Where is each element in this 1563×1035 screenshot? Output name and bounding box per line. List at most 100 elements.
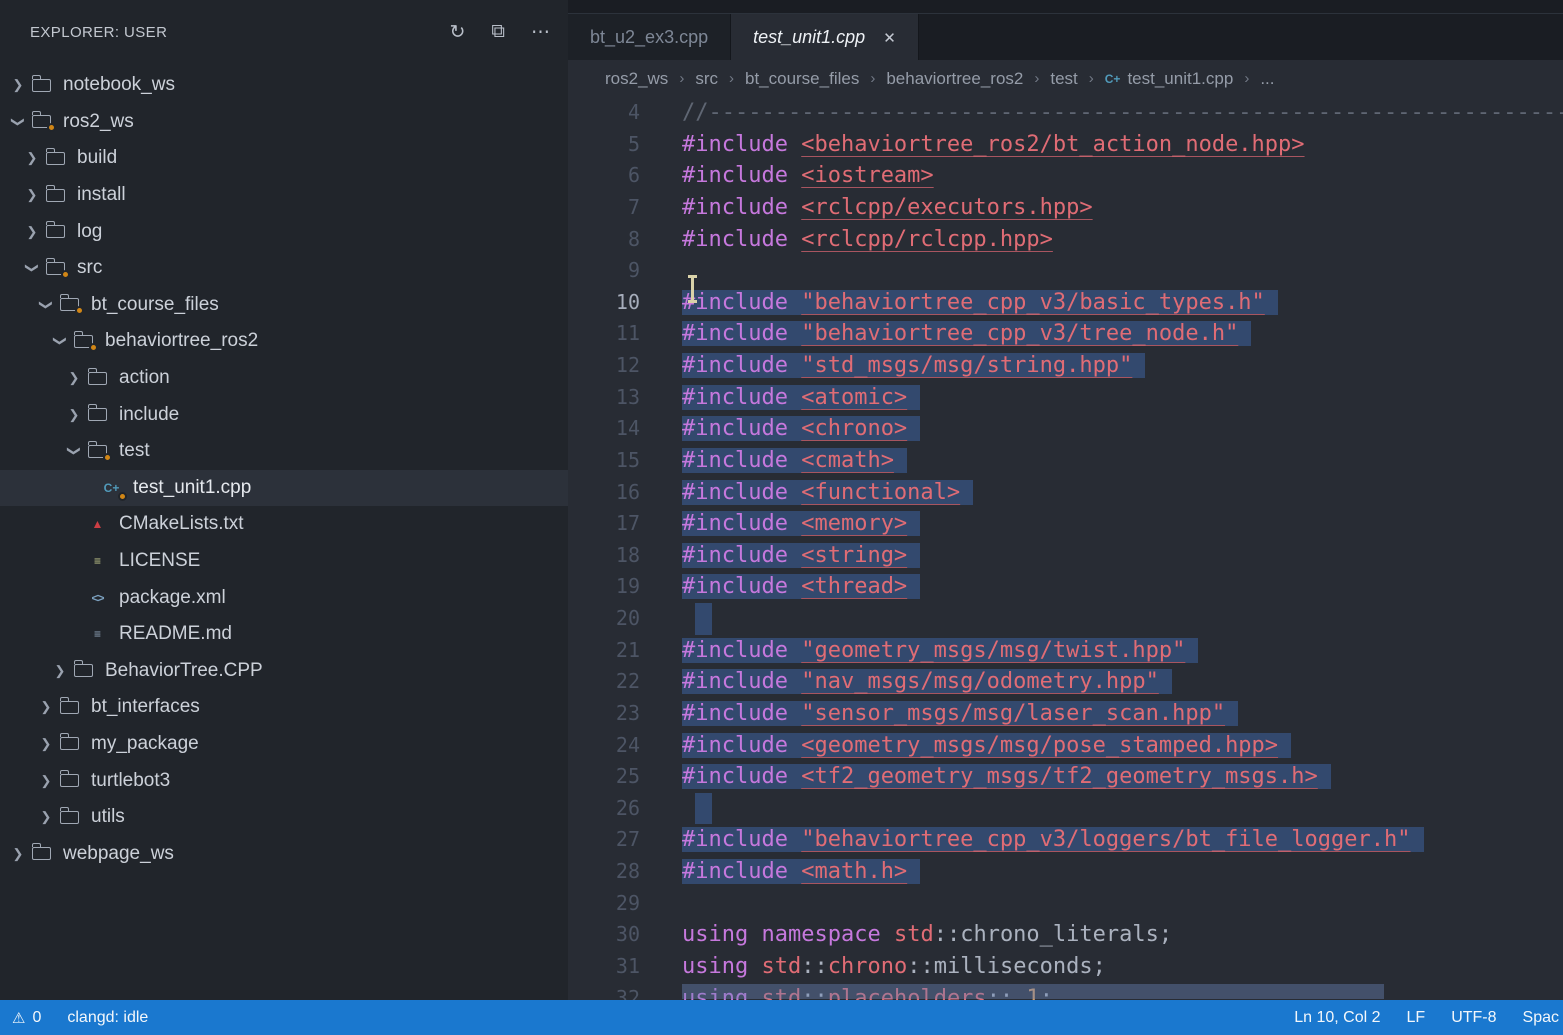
more-actions-icon[interactable]: ⋯ — [531, 21, 550, 44]
tab-test_unit1.cpp[interactable]: test_unit1.cpp✕ — [731, 14, 919, 61]
tree-item-label: bt_interfaces — [91, 696, 200, 718]
chevron-right-icon[interactable]: ❯ — [22, 224, 42, 240]
breadcrumb-item-ros2_ws[interactable]: ros2_ws — [605, 69, 668, 89]
chevron-right-icon[interactable]: ❯ — [8, 77, 28, 93]
code-line[interactable]: 24#include <geometry_msgs/msg/pose_stamp… — [568, 730, 1563, 762]
tree-item-LICENSE[interactable]: ≡LICENSE — [0, 543, 568, 580]
chevron-right-icon[interactable]: ❯ — [22, 187, 42, 203]
editor[interactable]: 4//-------------------------------------… — [568, 97, 1563, 1000]
code-line[interactable]: 14#include <chrono> — [568, 413, 1563, 445]
code-line[interactable]: 27#include "behaviortree_cpp_v3/loggers/… — [568, 824, 1563, 856]
chevron-down-icon[interactable]: ❯ — [10, 112, 26, 132]
breadcrumb-item-test_unit1.cpp[interactable]: C+test_unit1.cpp — [1105, 69, 1234, 89]
horizontal-scrollbar[interactable] — [682, 984, 1384, 999]
line-number: 22 — [568, 666, 640, 698]
tree-item-src[interactable]: ❯ src — [0, 250, 568, 287]
line-number: 20 — [568, 603, 640, 635]
tree-item-build[interactable]: ❯build — [0, 140, 568, 177]
tree-item-package.xml[interactable]: <>package.xml — [0, 579, 568, 616]
tree-item-bt_interfaces[interactable]: ❯ bt_interfaces — [0, 689, 568, 726]
tree-item-action[interactable]: ❯action — [0, 360, 568, 397]
code-line[interactable]: 10#include "behaviortree_cpp_v3/basic_ty… — [568, 287, 1563, 319]
language-server-status[interactable]: clangd: idle — [67, 1009, 148, 1027]
tree-item-behaviortree_ros2[interactable]: ❯behaviortree_ros2 — [0, 323, 568, 360]
code-line[interactable]: 28#include <math.h> — [568, 856, 1563, 888]
chevron-right-icon[interactable]: ❯ — [64, 407, 84, 423]
refresh-icon[interactable]: ↻ — [450, 21, 466, 44]
code-line[interactable]: 22#include "nav_msgs/msg/odometry.hpp" — [568, 666, 1563, 698]
tree-item-utils[interactable]: ❯utils — [0, 799, 568, 836]
code-line[interactable]: 17#include <memory> — [568, 508, 1563, 540]
code-line[interactable]: 26 — [568, 793, 1563, 825]
code-token: #include — [682, 195, 801, 220]
code-line[interactable]: 11#include "behaviortree_cpp_v3/tree_nod… — [568, 318, 1563, 350]
chevron-right-icon[interactable]: ❯ — [36, 736, 56, 752]
code-line[interactable]: 18#include <string> — [568, 540, 1563, 572]
code-line[interactable]: 6#include <iostream> — [568, 160, 1563, 192]
tree-item-turtlebot3[interactable]: ❯turtlebot3 — [0, 762, 568, 799]
code-line[interactable]: 25#include <tf2_geometry_msgs/tf2_geomet… — [568, 761, 1563, 793]
tree-item-label: log — [77, 221, 102, 243]
collapse-folders-icon[interactable]: ⧉ — [491, 21, 505, 43]
tree-item-bt_course_files[interactable]: ❯bt_course_files — [0, 287, 568, 324]
chevron-right-icon[interactable]: ❯ — [36, 773, 56, 789]
tree-item-test[interactable]: ❯test — [0, 433, 568, 470]
breadcrumb-item-test[interactable]: test — [1050, 69, 1077, 89]
status-item-lf[interactable]: LF — [1407, 1009, 1426, 1027]
code-line[interactable]: 9 — [568, 255, 1563, 287]
code-line[interactable]: 12#include "std_msgs/msg/string.hpp" — [568, 350, 1563, 382]
code-line[interactable]: 5#include <behaviortree_ros2/bt_action_n… — [568, 129, 1563, 161]
code-line[interactable]: 7#include <rclcpp/executors.hpp> — [568, 192, 1563, 224]
code-line[interactable]: 29 — [568, 888, 1563, 920]
warning-count[interactable]: 0 — [32, 1009, 41, 1027]
chevron-down-icon[interactable]: ❯ — [66, 441, 82, 461]
chevron-right-icon[interactable]: ❯ — [22, 150, 42, 166]
chevron-right-icon[interactable]: ❯ — [50, 663, 70, 679]
code-text: #include <tf2_geometry_msgs/tf2_geometry… — [682, 764, 1331, 789]
code-line[interactable]: 23#include "sensor_msgs/msg/laser_scan.h… — [568, 698, 1563, 730]
tree-item-log[interactable]: ❯ log — [0, 213, 568, 250]
code-line[interactable]: 8#include <rclcpp/rclcpp.hpp> — [568, 224, 1563, 256]
status-item-spac[interactable]: Spac — [1523, 1009, 1559, 1027]
chevron-down-icon[interactable]: ❯ — [52, 331, 68, 351]
tree-item-label: src — [77, 257, 102, 279]
status-item-utf-8[interactable]: UTF-8 — [1451, 1009, 1496, 1027]
code-line[interactable]: 16#include <functional> — [568, 477, 1563, 509]
code-line[interactable]: 4//-------------------------------------… — [568, 97, 1563, 129]
code-line[interactable]: 20 — [568, 603, 1563, 635]
tree-item-README.md[interactable]: ≡README.md — [0, 616, 568, 653]
code-line[interactable]: 31using std::chrono::milliseconds; — [568, 951, 1563, 983]
status-left[interactable]: ⚠ 0 clangd: idle — [0, 1009, 148, 1027]
tree-item-ros2_ws[interactable]: ❯ros2_ws — [0, 104, 568, 141]
chevron-down-icon[interactable]: ❯ — [38, 295, 54, 315]
code-token: #include — [682, 733, 801, 758]
chevron-right-icon[interactable]: ❯ — [64, 370, 84, 386]
breadcrumb-item-...[interactable]: ... — [1260, 69, 1274, 89]
tree-item-my_package[interactable]: ❯my_package — [0, 726, 568, 763]
breadcrumb-item-src[interactable]: src — [695, 69, 718, 89]
code-line[interactable]: 13#include <atomic> — [568, 382, 1563, 414]
tree-item-include[interactable]: ❯include — [0, 396, 568, 433]
chevron-right-icon[interactable]: ❯ — [36, 699, 56, 715]
status-item-ln-10-col-2[interactable]: Ln 10, Col 2 — [1294, 1009, 1380, 1027]
chevron-right-icon[interactable]: ❯ — [8, 846, 28, 862]
chevron-down-icon[interactable]: ❯ — [24, 258, 40, 278]
tree-item-test_unit1.cpp[interactable]: C+test_unit1.cpp — [0, 470, 568, 507]
tree-item-notebook_ws[interactable]: ❯notebook_ws — [0, 67, 568, 104]
code-line[interactable]: 21#include "geometry_msgs/msg/twist.hpp" — [568, 635, 1563, 667]
chevron-right-icon[interactable]: ❯ — [36, 809, 56, 825]
code-line[interactable]: 30using namespace std::chrono_literals; — [568, 919, 1563, 951]
line-number: 17 — [568, 508, 640, 540]
tree-item-CMakeLists.txt[interactable]: ▲CMakeLists.txt — [0, 506, 568, 543]
breadcrumb-item-bt_course_files[interactable]: bt_course_files — [745, 69, 859, 89]
breadcrumb-item-behaviortree_ros2[interactable]: behaviortree_ros2 — [886, 69, 1023, 89]
close-icon[interactable]: ✕ — [883, 29, 896, 47]
tree-item-BehaviorTree.CPP[interactable]: ❯BehaviorTree.CPP — [0, 653, 568, 690]
code-text: #include <rclcpp/executors.hpp> — [682, 195, 1093, 220]
tree-item-webpage_ws[interactable]: ❯webpage_ws — [0, 835, 568, 872]
tree-item-install[interactable]: ❯install — [0, 177, 568, 214]
code-line[interactable]: 15#include <cmath> — [568, 445, 1563, 477]
code-line[interactable]: 19#include <thread> — [568, 571, 1563, 603]
code-token: <cmath> — [801, 448, 894, 473]
tab-bt_u2_ex3.cpp[interactable]: bt_u2_ex3.cpp — [568, 14, 731, 61]
